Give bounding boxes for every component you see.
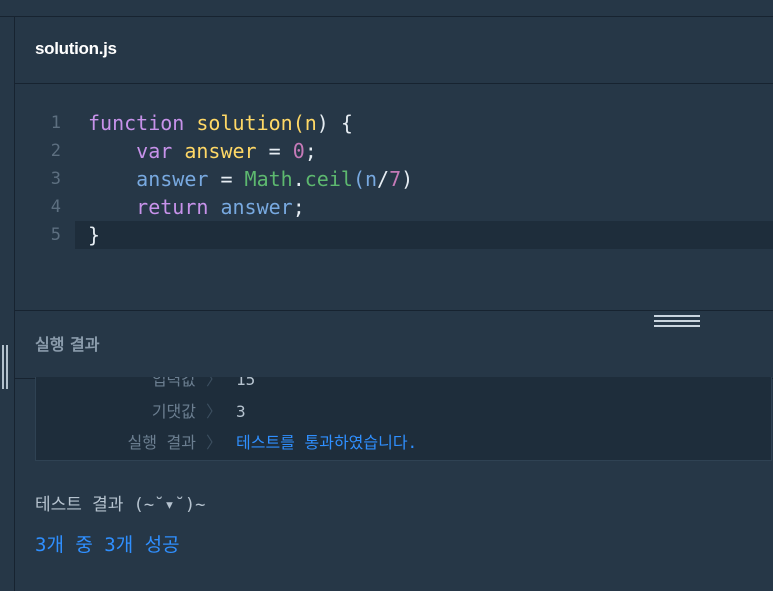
code-token: function: [88, 111, 197, 135]
test-summary-result: 3개 중 3개 성공: [35, 534, 180, 556]
chevron-right-icon: 〉: [206, 377, 223, 389]
code-token: ) {: [316, 111, 353, 135]
code-token: answer: [88, 167, 209, 191]
result-value: 15: [236, 377, 256, 389]
code-text: answer = Math.ceil(n/7): [88, 165, 413, 193]
file-tab[interactable]: solution.js: [15, 17, 773, 84]
code-token: =: [256, 139, 293, 163]
resize-grip-icon[interactable]: [654, 315, 700, 327]
code-token: ;: [304, 139, 317, 163]
top-bar: [0, 0, 773, 17]
code-token: (: [352, 167, 365, 191]
code-token: ceil: [304, 167, 353, 191]
code-token: ): [401, 167, 414, 191]
code-token: answer: [184, 139, 257, 163]
result-label: 실행 결과: [127, 433, 196, 452]
panel-resize-handle[interactable]: [2, 345, 8, 389]
result-pass-message: 테스트를 통과하였습니다.: [236, 433, 418, 452]
line-number: 1: [50, 113, 61, 133]
code-text: return answer;: [88, 193, 305, 221]
code-token: answer: [220, 195, 293, 219]
result-row-expected: 기댓값 〉 3: [36, 399, 771, 425]
code-token: ;: [292, 195, 305, 219]
line-number: 5: [50, 225, 61, 245]
line-number: 2: [50, 141, 61, 161]
test-summary-title: 테스트 결과 (~˘▾˘)~: [35, 495, 206, 515]
result-panel-header: 실행 결과: [15, 310, 773, 379]
result-row-input: 입력값 〉 15: [36, 377, 771, 393]
code-token: return: [88, 195, 221, 219]
code-area[interactable]: 1 function solution(n) {2 var answer = 0;…: [15, 109, 773, 259]
result-panel-title: 실행 결과: [35, 335, 100, 354]
line-number: 3: [50, 169, 61, 189]
code-editor[interactable]: solution.js 1 function solution(n) {2 var…: [15, 17, 773, 310]
code-token: var: [88, 139, 185, 163]
code-line[interactable]: 5}: [15, 221, 773, 249]
code-text: function solution(n) {: [88, 109, 353, 137]
file-name: solution.js: [35, 39, 117, 58]
code-text: }: [88, 221, 100, 249]
code-token: .: [292, 167, 305, 191]
code-token: /: [377, 167, 390, 191]
code-line[interactable]: 2 var answer = 0;: [15, 137, 773, 165]
code-token: n: [364, 167, 378, 191]
code-token: n: [304, 111, 317, 135]
code-line[interactable]: 3 answer = Math.ceil(n/7): [15, 165, 773, 193]
result-label: 기댓값: [151, 402, 196, 421]
code-line[interactable]: 1 function solution(n) {: [15, 109, 773, 137]
code-token: Math: [244, 167, 293, 191]
code-token: 0: [292, 139, 305, 163]
code-token: 7: [389, 167, 402, 191]
line-number: 4: [50, 197, 61, 217]
code-text: var answer = 0;: [88, 137, 317, 165]
result-value: 3: [236, 402, 246, 421]
result-row-outcome: 실행 결과 〉 테스트를 통과하였습니다.: [36, 430, 771, 456]
code-token: }: [88, 223, 101, 247]
left-rail: [0, 17, 15, 591]
code-token: =: [208, 167, 245, 191]
code-line[interactable]: 4 return answer;: [15, 193, 773, 221]
code-token: (: [292, 111, 305, 135]
chevron-right-icon: 〉: [206, 402, 223, 421]
active-line-highlight: [75, 221, 773, 249]
code-token: solution: [196, 111, 293, 135]
chevron-right-icon: 〉: [206, 433, 223, 452]
result-label: 입력값: [151, 377, 196, 389]
result-output: 입력값 〉 15 기댓값 〉 3 실행 결과 〉 테스트를 통과하였습니다.: [35, 377, 772, 461]
